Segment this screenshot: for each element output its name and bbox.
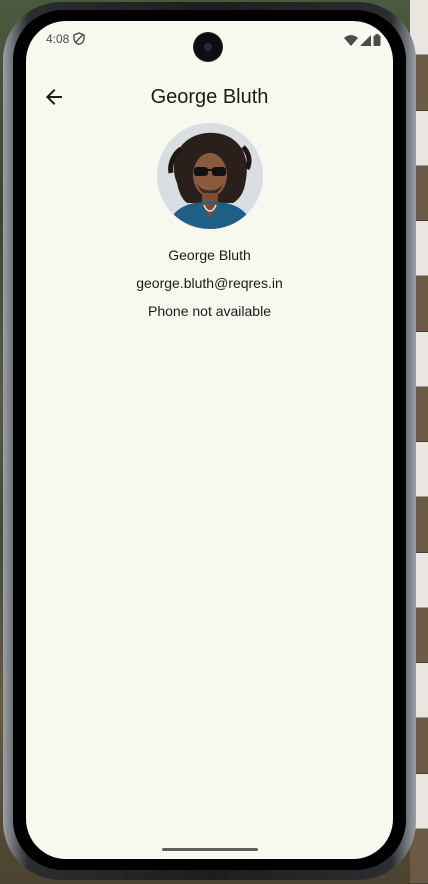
signal-icon — [360, 34, 371, 46]
status-time: 4:08 — [46, 32, 70, 46]
phone-bezel: 4:08 George Bluth George Bluth george.bl… — [13, 10, 406, 870]
battery-icon — [373, 34, 381, 46]
page-title: George Bluth — [150, 86, 269, 108]
status-icons — [344, 34, 381, 46]
phone-frame: 4:08 George Bluth George Bluth george.bl… — [3, 2, 416, 880]
app-bar: George Bluth — [26, 73, 393, 123]
home-indicator[interactable] — [162, 848, 258, 851]
front-camera — [194, 33, 222, 61]
shield-icon — [73, 32, 85, 45]
profile-name: George Bluth — [168, 247, 251, 263]
avatar — [157, 123, 263, 229]
app-screen: 4:08 George Bluth George Bluth george.bl… — [26, 21, 393, 859]
profile-email: george.bluth@reqres.in — [136, 275, 283, 291]
status-bar: 4:08 — [26, 21, 393, 61]
profile-phone: Phone not available — [148, 303, 271, 319]
wifi-icon — [344, 34, 358, 46]
